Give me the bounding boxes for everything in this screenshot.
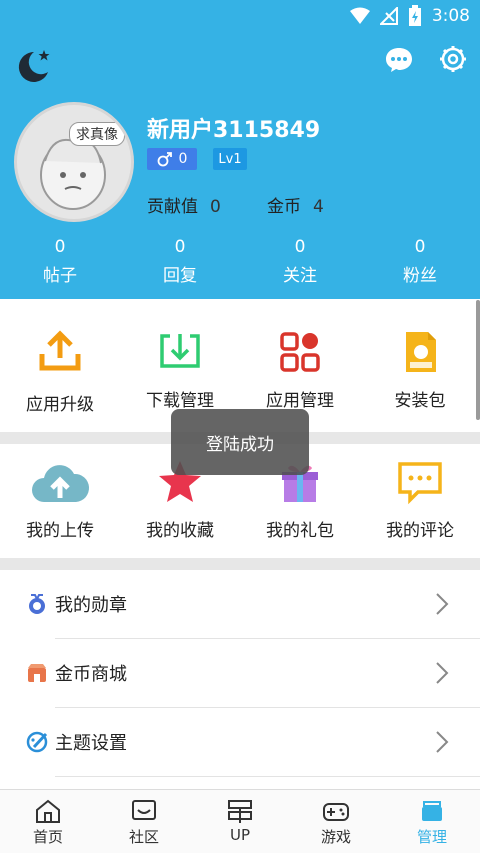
grid-item-app-manager[interactable]: 应用管理 — [240, 328, 360, 415]
list-label: 主题设置 — [55, 733, 127, 754]
up-icon — [228, 800, 252, 823]
list-label: 金币商城 — [55, 664, 127, 685]
mine-page: 3:08 求真像 新用户3115849 0 Lv1 贡献值 0 金币 4 0 帖… — [0, 0, 480, 853]
nav-games[interactable]: 游戏 — [288, 790, 384, 853]
grid-label: 我的上传 — [26, 521, 94, 541]
stat-label: 帖子 — [43, 266, 77, 286]
shop-icon — [28, 664, 46, 682]
upload-icon — [39, 330, 81, 371]
bottom-nav: 首页 社区 UP 游戏 管理 — [0, 789, 480, 853]
settings-gear-icon[interactable] — [438, 44, 468, 74]
chevron-right-icon — [436, 593, 449, 615]
nav-label: 社区 — [128, 828, 159, 846]
download-icon — [160, 334, 200, 368]
list-divider — [55, 776, 480, 777]
stat-num: 0 — [174, 237, 186, 257]
status-bar: 3:08 — [0, 0, 480, 32]
palette-icon — [26, 731, 48, 753]
nav-label: UP — [229, 826, 251, 844]
grid-item-download-manager[interactable]: 下载管理 — [120, 328, 240, 415]
nav-label: 首页 — [32, 828, 63, 846]
grid-item-my-uploads[interactable]: 我的上传 — [0, 458, 120, 541]
scrollbar[interactable] — [476, 300, 480, 420]
grid-label: 我的礼包 — [266, 521, 334, 541]
avatar[interactable]: 求真像 — [14, 102, 134, 222]
nav-home[interactable]: 首页 — [0, 790, 96, 853]
list-item-theme-settings[interactable]: 主题设置 — [0, 708, 480, 776]
apk-icon — [406, 332, 436, 372]
gender-count: 0 — [178, 151, 188, 167]
grid-item-my-comments[interactable]: 我的评论 — [360, 458, 480, 541]
list-label: 我的勋章 — [55, 595, 127, 616]
stat-label: 回复 — [163, 266, 197, 286]
contribution-value: 0 — [210, 197, 221, 217]
nav-label: 管理 — [416, 828, 447, 846]
stat-num: 0 — [54, 237, 66, 257]
chevron-right-icon — [436, 731, 449, 753]
wifi-icon — [349, 7, 370, 24]
grid-label: 下载管理 — [146, 391, 214, 411]
medal-icon — [29, 594, 45, 614]
profile-header: 求真像 新用户3115849 0 Lv1 贡献值 0 金币 4 0 帖子 0 回复 0 关… — [0, 32, 480, 299]
stat-label: 粉丝 — [403, 266, 437, 286]
grid-label: 应用升级 — [26, 395, 94, 415]
grid-label: 我的收藏 — [146, 521, 214, 541]
grid-label: 我的评论 — [386, 521, 454, 541]
coins-label: 金币 — [267, 197, 301, 217]
stat-num: 0 — [414, 237, 426, 257]
nav-manage[interactable]: 管理 — [384, 790, 480, 853]
community-icon — [132, 800, 156, 820]
stat-replies[interactable]: 0 回复 — [120, 237, 240, 286]
message-icon[interactable] — [384, 44, 414, 74]
nav-up[interactable]: UP — [192, 790, 288, 853]
gender-badge: 0 — [147, 148, 197, 170]
nav-label: 游戏 — [320, 828, 351, 846]
battery-icon — [408, 5, 421, 26]
manage-icon — [422, 801, 442, 821]
stat-following[interactable]: 0 关注 — [240, 237, 360, 286]
cloud-upload-icon — [32, 465, 90, 502]
comment-icon — [398, 462, 442, 505]
coins-value: 4 — [313, 197, 324, 217]
section-divider — [0, 558, 480, 570]
status-time: 3:08 — [431, 6, 470, 26]
home-icon — [36, 799, 60, 823]
stat-num: 0 — [294, 237, 306, 257]
level-badge: Lv1 — [213, 148, 247, 170]
gamepad-icon — [323, 803, 349, 821]
login-success-toast: 登陆成功 — [171, 409, 309, 475]
nav-community[interactable]: 社区 — [96, 790, 192, 853]
username: 新用户3115849 — [147, 118, 321, 143]
night-mode-icon[interactable] — [14, 46, 54, 86]
grid-item-app-upgrade[interactable]: 应用升级 — [0, 328, 120, 415]
stat-label: 关注 — [283, 266, 317, 286]
stat-fans[interactable]: 0 粉丝 — [360, 237, 480, 286]
contribution-label: 贡献值 — [147, 197, 198, 217]
grid-label: 应用管理 — [266, 391, 334, 411]
stat-posts[interactable]: 0 帖子 — [0, 237, 120, 286]
apps-icon — [280, 332, 320, 372]
coins: 金币 4 — [267, 192, 324, 217]
contribution: 贡献值 0 — [147, 192, 221, 217]
profile-stats: 0 帖子 0 回复 0 关注 0 粉丝 — [0, 237, 480, 286]
chevron-right-icon — [436, 662, 449, 684]
list-item-medals[interactable]: 我的勋章 — [0, 570, 480, 638]
list-item-coin-shop[interactable]: 金币商城 — [0, 639, 480, 707]
signal-icon — [379, 7, 398, 25]
status-icons: 3:08 — [349, 5, 470, 27]
grid-item-apk[interactable]: 安装包 — [360, 328, 480, 415]
avatar-badge: 求真像 — [69, 122, 125, 146]
male-icon — [157, 152, 172, 167]
app-tools-grid: 应用升级 下载管理 应用管理 安装包 — [0, 328, 480, 415]
grid-label: 安装包 — [394, 391, 446, 411]
